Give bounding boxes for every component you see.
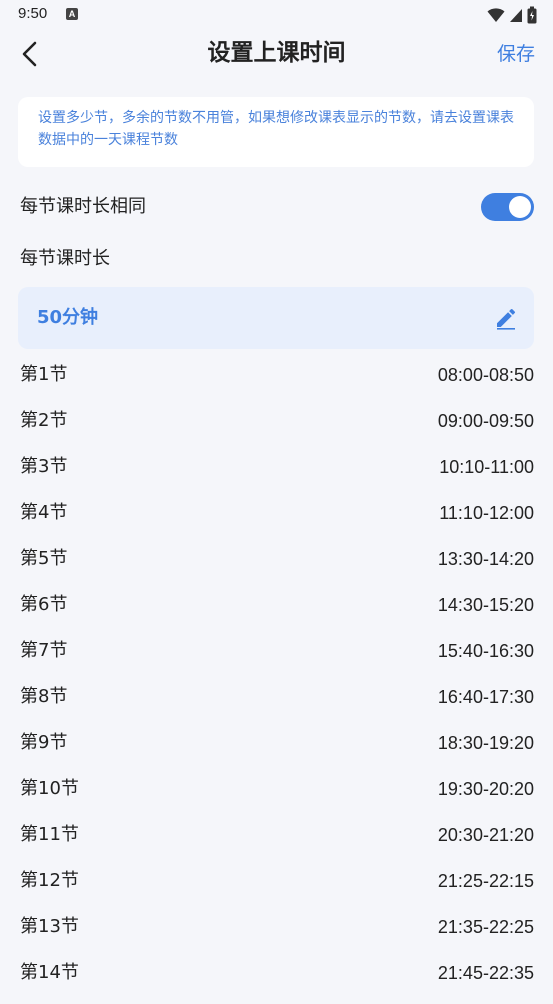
period-name: 第10节	[20, 778, 79, 799]
period-name: 第13节	[20, 916, 79, 937]
period-row[interactable]: 第4节 11:10-12:00	[20, 498, 534, 544]
period-row[interactable]: 第5节 13:30-14:20	[20, 544, 534, 590]
hint-card: 设置多少节，多余的节数不用管，如果想修改课表显示的节数，请去设置课表数据中的一天…	[18, 97, 534, 167]
period-row[interactable]: 第2节 09:00-09:50	[20, 406, 534, 452]
app-bar: 设置上课时间 保存	[0, 32, 553, 76]
pencil-icon[interactable]	[494, 306, 518, 330]
period-name: 第14节	[20, 962, 79, 983]
period-name: 第1节	[20, 364, 68, 385]
same-length-row: 每节课时长相同	[20, 190, 534, 224]
period-time: 21:45-22:35	[437, 963, 534, 983]
period-time: 16:40-17:30	[437, 687, 534, 707]
period-row[interactable]: 第11节 20:30-21:20	[20, 820, 534, 866]
status-time: 9:50	[18, 5, 48, 22]
period-time: 09:00-09:50	[437, 411, 534, 431]
period-name: 第8节	[20, 686, 68, 707]
period-row[interactable]: 第10节 19:30-20:20	[20, 774, 534, 820]
period-time: 14:30-15:20	[437, 595, 534, 615]
notification-a-icon: A	[66, 8, 78, 20]
period-time: 13:30-14:20	[437, 549, 534, 569]
same-length-toggle[interactable]	[481, 193, 534, 221]
period-time: 11:10-12:00	[439, 503, 534, 523]
signal-icon	[510, 9, 522, 22]
period-time: 20:30-21:20	[437, 825, 534, 845]
period-name: 第5节	[20, 548, 68, 569]
period-list: 第1节 08:00-08:50 第2节 09:00-09:50 第3节 10:1…	[20, 360, 534, 1004]
period-row[interactable]: 第13节 21:35-22:25	[20, 912, 534, 958]
period-name: 第12节	[20, 870, 79, 891]
period-row[interactable]: 第7节 15:40-16:30	[20, 636, 534, 682]
period-row[interactable]: 第8节 16:40-17:30	[20, 682, 534, 728]
hint-text: 设置多少节，多余的节数不用管，如果想修改课表显示的节数，请去设置课表数据中的一天…	[38, 110, 514, 148]
battery-icon	[527, 6, 537, 24]
period-name: 第7节	[20, 640, 68, 661]
period-name: 第2节	[20, 410, 68, 431]
same-length-label: 每节课时长相同	[20, 196, 146, 217]
period-name: 第6节	[20, 594, 68, 615]
period-row[interactable]: 第14节 21:45-22:35	[20, 958, 534, 1004]
period-time: 21:35-22:25	[437, 917, 534, 937]
period-name: 第4节	[20, 502, 68, 523]
period-row[interactable]: 第12节 21:25-22:15	[20, 866, 534, 912]
wifi-icon	[487, 8, 505, 22]
period-name: 第3节	[20, 456, 68, 477]
duration-section-label: 每节课时长	[20, 248, 110, 269]
period-row[interactable]: 第9节 18:30-19:20	[20, 728, 534, 774]
period-time: 19:30-20:20	[437, 779, 534, 799]
period-time: 10:10-11:00	[439, 457, 534, 477]
save-button[interactable]: 保存	[497, 41, 535, 67]
period-name: 第9节	[20, 732, 68, 753]
period-name: 第11节	[20, 824, 79, 845]
status-icons	[487, 5, 537, 25]
period-time: 15:40-16:30	[437, 641, 534, 661]
page-title: 设置上课时间	[207, 40, 346, 66]
period-row[interactable]: 第1节 08:00-08:50	[20, 360, 534, 406]
period-time: 21:25-22:15	[437, 871, 534, 891]
period-time: 18:30-19:20	[437, 733, 534, 753]
period-time: 08:00-08:50	[437, 365, 534, 385]
duration-value: 50分钟	[37, 307, 99, 328]
period-row[interactable]: 第6节 14:30-15:20	[20, 590, 534, 636]
toggle-knob	[509, 196, 531, 218]
duration-card[interactable]: 50分钟	[18, 287, 534, 349]
period-row[interactable]: 第3节 10:10-11:00	[20, 452, 534, 498]
status-bar: 9:50 A	[0, 0, 553, 32]
